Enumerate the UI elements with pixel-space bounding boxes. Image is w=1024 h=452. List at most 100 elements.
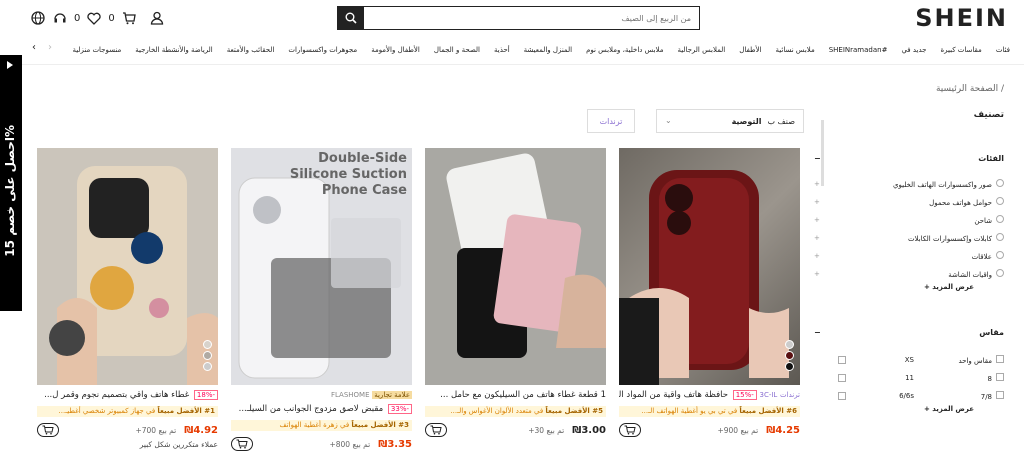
user-icon[interactable]: [149, 10, 165, 26]
product-image[interactable]: [37, 148, 218, 385]
radio[interactable]: [996, 215, 1004, 223]
size-option[interactable]: 7/8: [981, 393, 992, 401]
show-more-sizes[interactable]: + عرض المزيد: [814, 405, 974, 413]
nav-item[interactable]: الحقائب والأمتعة: [227, 46, 275, 54]
expand-icon[interactable]: +: [814, 234, 820, 242]
nav-item[interactable]: الأطفال: [739, 46, 761, 54]
color-swatch[interactable]: [785, 351, 794, 360]
expand-icon[interactable]: +: [814, 180, 820, 188]
product-title[interactable]: -18% غطاء هاتف واقي بتصميم نجوم وقمر ل..…: [37, 390, 218, 402]
nav-item[interactable]: الرياضة والأنشطة الخارجية: [135, 46, 212, 54]
radio[interactable]: [996, 179, 1004, 187]
product-tag: ترندات: [780, 391, 800, 399]
bestseller-rank[interactable]: #5 الأفضل مبيعاً في متعدد الألوان الأغوا…: [425, 406, 606, 417]
search-button[interactable]: [338, 7, 364, 29]
product-card[interactable]: -18% غطاء هاتف واقي بتصميم نجوم وقمر ل..…: [37, 148, 218, 452]
product-card[interactable]: 1 قطعة غطاء هاتف من السيليكون مع حامل ..…: [425, 148, 606, 438]
product-image[interactable]: Double-Side Silicone Suction Phone Case: [231, 148, 412, 385]
category-item[interactable]: شاحن: [974, 217, 992, 225]
nav-item[interactable]: الأطفال والأمومة: [371, 46, 420, 54]
expand-icon[interactable]: +: [814, 216, 820, 224]
size-option[interactable]: 8: [988, 375, 992, 383]
color-swatch[interactable]: [203, 340, 212, 349]
checkbox[interactable]: [838, 356, 846, 364]
search-input[interactable]: [364, 7, 699, 29]
chevron-left-icon[interactable]: ‹: [32, 42, 36, 53]
category-item[interactable]: علاقات: [972, 253, 992, 261]
chevron-right-icon[interactable]: ›: [48, 42, 52, 53]
product-card[interactable]: Double-Side Silicone Suction Phone Case …: [231, 148, 412, 452]
add-to-cart-button[interactable]: [425, 423, 447, 437]
store-name[interactable]: 3C-IL: [759, 391, 777, 399]
checkbox[interactable]: [838, 374, 846, 382]
radio[interactable]: [996, 251, 1004, 259]
nav-item[interactable]: ملابس داخلية، وملابس نوم: [586, 46, 663, 54]
sold-count: تم بيع 900+: [717, 425, 759, 435]
radio[interactable]: [996, 269, 1004, 277]
color-swatch[interactable]: [785, 340, 794, 349]
nav-item[interactable]: SHEINramadan#: [829, 46, 888, 54]
search-bar: [337, 6, 700, 30]
nav-item[interactable]: جديد في: [901, 46, 926, 54]
play-icon: [7, 61, 13, 69]
color-swatch[interactable]: [203, 362, 212, 371]
nav-item[interactable]: الملابس الرجالية: [677, 46, 725, 54]
add-to-cart-button[interactable]: [231, 437, 253, 451]
expand-icon[interactable]: +: [814, 270, 820, 278]
size-option[interactable]: 11: [905, 374, 914, 382]
divider: [0, 64, 1024, 65]
add-to-cart-button[interactable]: [37, 423, 59, 437]
nav-item[interactable]: مقاسات كبيرة: [940, 46, 981, 54]
collapse-icon[interactable]: −: [814, 328, 821, 337]
size-option[interactable]: مقاس واحد: [958, 357, 992, 365]
shein-logo[interactable]: SHEIN: [915, 4, 1008, 32]
nav-item[interactable]: فئات: [996, 46, 1010, 54]
nav-item[interactable]: مجوهرات واكسسوارات: [288, 46, 357, 54]
nav-item[interactable]: منسوجات منزلية: [73, 46, 122, 54]
nav-item[interactable]: الصحة و الجمال: [434, 46, 480, 54]
radio[interactable]: [996, 233, 1004, 241]
show-more-categories[interactable]: + عرض المزيد: [814, 283, 974, 291]
sort-select[interactable]: ⌄ التوصية صنف ب: [656, 109, 804, 133]
product-title[interactable]: 1 قطعة غطاء هاتف من السيليكون مع حامل ..…: [425, 390, 606, 402]
product-title-line[interactable]: -33% مقبض لاصق مزدوج الجوانب من السيلـ..…: [231, 404, 412, 416]
expand-icon[interactable]: +: [814, 252, 820, 260]
nav-item[interactable]: أحذية: [494, 46, 510, 54]
checkbox[interactable]: [996, 355, 1004, 363]
globe-icon[interactable]: [30, 10, 46, 26]
add-to-cart-button[interactable]: [619, 423, 641, 437]
image-ad-text: Double-Side: [318, 151, 407, 166]
support-icon[interactable]: [52, 10, 68, 26]
shopping-bag-icon[interactable]: [121, 10, 137, 26]
collapse-icon[interactable]: −: [814, 154, 821, 163]
bestseller-rank[interactable]: #3 الأفضل مبيعاً في زهرة أغطية الهواتف: [231, 420, 412, 431]
product-card[interactable]: ترندات 3C-IL -15% حافظة هاتف واقية من ال…: [619, 148, 800, 438]
nav-item[interactable]: المنزل والمعيشة: [524, 46, 572, 54]
category-item[interactable]: كابلات وإكسسوارات الكابلات: [908, 235, 992, 243]
size-option[interactable]: 6/6s: [899, 392, 914, 400]
store-name[interactable]: FLASHOME: [331, 391, 370, 399]
checkbox[interactable]: [996, 391, 1004, 399]
image-ad-text: Phone Case: [322, 183, 407, 198]
product-title[interactable]: ترندات 3C-IL -15% حافظة هاتف واقية من ال…: [619, 390, 800, 402]
category-item[interactable]: واقيات الشاشة: [948, 271, 992, 279]
breadcrumb-home[interactable]: الصفحة الرئيسية: [936, 84, 998, 94]
bestseller-rank[interactable]: #1 الأفضل مبيعاً في جهاز كمبيوتر شخصي أغ…: [37, 406, 218, 417]
color-swatch[interactable]: [203, 351, 212, 360]
promo-tab[interactable]: احصل على خصم 15%: [0, 55, 22, 311]
checkbox[interactable]: [838, 392, 846, 400]
product-image[interactable]: [425, 148, 606, 385]
bestseller-rank[interactable]: #6 الأفضل مبيعاً في تي بي يو أغطية الهوا…: [619, 406, 800, 417]
product-title[interactable]: علامة تجارية FLASHOME: [231, 390, 412, 402]
product-image[interactable]: [619, 148, 800, 385]
trends-button[interactable]: ترندات: [587, 109, 635, 133]
expand-icon[interactable]: +: [814, 198, 820, 206]
size-option[interactable]: XS: [905, 356, 914, 364]
radio[interactable]: [996, 197, 1004, 205]
category-item[interactable]: حوامل هواتف محمول: [929, 199, 992, 207]
nav-item[interactable]: ملابس نسائية: [776, 46, 815, 54]
category-item[interactable]: صور واكسسوارات الهاتف الخليوي: [893, 181, 992, 189]
checkbox[interactable]: [996, 373, 1004, 381]
heart-icon[interactable]: [86, 10, 102, 26]
color-swatch[interactable]: [785, 362, 794, 371]
